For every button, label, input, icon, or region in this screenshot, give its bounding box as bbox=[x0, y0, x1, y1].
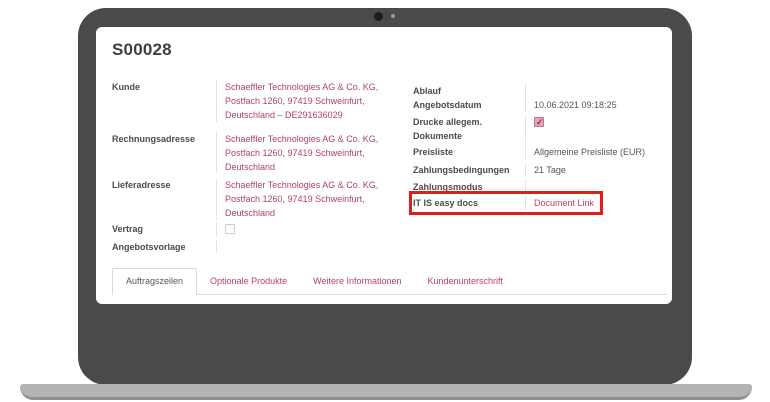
form-group-right: Ablauf Angebotsdatum 10.06.2021 09:18:25… bbox=[413, 84, 663, 210]
webcam-led-icon bbox=[391, 14, 395, 18]
field-value-kunde[interactable]: Schaeffler Technologies AG & Co. KG, Pos… bbox=[216, 80, 404, 122]
tab-kundenunterschrift[interactable]: Kundenunterschrift bbox=[415, 269, 517, 294]
drucke-dokumente-checkbox[interactable] bbox=[534, 117, 544, 127]
field-label-rechnungsadresse: Rechnungsadresse bbox=[112, 132, 216, 174]
address-line: Schaeffler Technologies AG & Co. KG, bbox=[225, 80, 404, 94]
address-line: Deutschland – DE291636029 bbox=[225, 108, 404, 122]
laptop-screen-bezel: S00028 Kunde Schaeffler Technologies AG … bbox=[78, 8, 692, 385]
field-label-it-is-easy-docs: IT IS easy docs bbox=[413, 196, 525, 210]
field-label-preisliste: Preisliste bbox=[413, 145, 525, 159]
page-title: S00028 bbox=[112, 40, 172, 60]
field-value-lieferadresse[interactable]: Schaeffler Technologies AG & Co. KG, Pos… bbox=[216, 178, 404, 220]
field-value-preisliste[interactable]: Allgemeine Preisliste (EUR) bbox=[525, 145, 663, 159]
address-line: Postfach 1260, 97419 Schweinfurt, bbox=[225, 94, 404, 108]
address-line: Postfach 1260, 97419 Schweinfurt, bbox=[225, 146, 404, 160]
field-value-it-is-easy-docs: Document Link bbox=[525, 196, 663, 210]
field-value-rechnungsadresse[interactable]: Schaeffler Technologies AG & Co. KG, Pos… bbox=[216, 132, 404, 174]
field-value-drucke-dokumente bbox=[525, 115, 663, 143]
field-label-angebotsvorlage: Angebotsvorlage bbox=[112, 240, 216, 254]
field-value-vertrag bbox=[216, 222, 404, 238]
field-label-vertrag: Vertrag bbox=[112, 222, 216, 238]
address-line: Schaeffler Technologies AG & Co. KG, bbox=[225, 132, 404, 146]
field-label-angebotsdatum: Angebotsdatum bbox=[413, 98, 525, 112]
address-line: Deutschland bbox=[225, 206, 404, 220]
tab-optionale-produkte[interactable]: Optionale Produkte bbox=[197, 269, 300, 294]
field-label-kunde: Kunde bbox=[112, 80, 216, 122]
field-value-zahlungsmodus[interactable] bbox=[525, 180, 663, 194]
field-value-angebotsvorlage[interactable] bbox=[216, 240, 404, 254]
address-line: Deutschland bbox=[225, 160, 404, 174]
field-value-angebotsdatum[interactable]: 10.06.2021 09:18:25 bbox=[525, 98, 663, 112]
label-text: IT IS easy docs bbox=[413, 198, 478, 208]
field-label-zahlungsbedingungen: Zahlungsbedingungen bbox=[413, 163, 525, 177]
tab-auftragszeilen[interactable]: Auftragszeilen bbox=[112, 268, 197, 295]
document-link[interactable]: Document Link bbox=[534, 198, 594, 208]
webcam-icon bbox=[374, 12, 383, 21]
address-line: Postfach 1260, 97419 Schweinfurt, bbox=[225, 192, 404, 206]
field-value-zahlungsbedingungen[interactable]: 21 Tage bbox=[525, 163, 663, 177]
notebook-tab-bar: Auftragszeilen Optionale Produkte Weiter… bbox=[112, 268, 667, 295]
laptop-mockup: S00028 Kunde Schaeffler Technologies AG … bbox=[0, 0, 770, 402]
field-label-lieferadresse: Lieferadresse bbox=[112, 178, 216, 220]
app-screen: S00028 Kunde Schaeffler Technologies AG … bbox=[96, 27, 672, 304]
field-label-drucke-dokumente: Drucke allegem. Dokumente bbox=[413, 115, 525, 143]
tab-weitere-informationen[interactable]: Weitere Informationen bbox=[300, 269, 414, 294]
form-group-left: Kunde Schaeffler Technologies AG & Co. K… bbox=[112, 80, 404, 254]
field-label-ablauf: Ablauf bbox=[413, 84, 525, 98]
address-line: Schaeffler Technologies AG & Co. KG, bbox=[225, 178, 404, 192]
field-value-ablauf[interactable] bbox=[525, 84, 663, 98]
label-line: Drucke allegem. bbox=[413, 115, 521, 129]
label-line: Dokumente bbox=[413, 129, 521, 143]
laptop-base bbox=[20, 384, 752, 400]
vertrag-checkbox[interactable] bbox=[225, 224, 235, 234]
field-label-zahlungsmodus: Zahlungsmodus bbox=[413, 180, 525, 194]
